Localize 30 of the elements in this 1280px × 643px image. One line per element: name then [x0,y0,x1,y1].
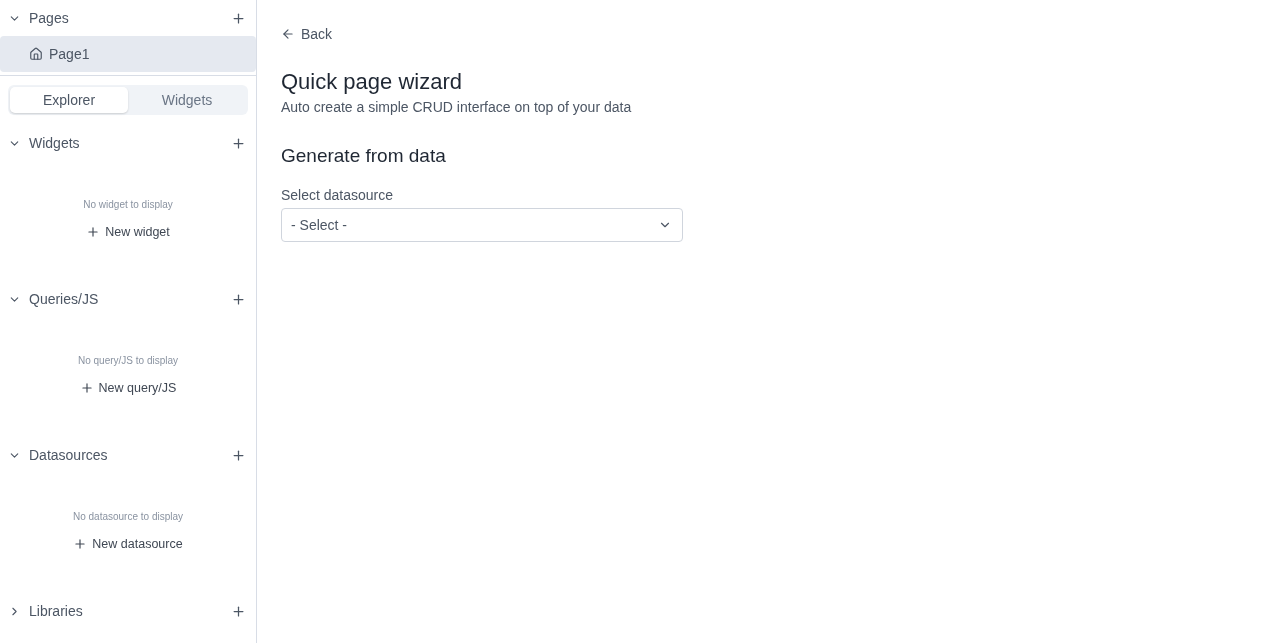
tab[interactable]: Explorer [10,87,128,113]
plus-icon [73,537,88,551]
section-heading: Generate from data [281,145,447,167]
section-title: Queries/JS [29,291,100,307]
empty-message: No widget to display [83,199,173,210]
empty-message: No query/JS to display [77,355,179,366]
plus-icon [79,381,94,395]
page-item[interactable]: Page1 [0,36,256,72]
datasource-select[interactable]: - Select - [281,208,683,242]
empty-message: No datasource to display [72,511,184,522]
add-icon[interactable] [231,10,246,26]
add-icon[interactable] [231,291,246,307]
back-link[interactable]: Back [281,26,333,42]
add-button[interactable]: New widget [80,221,176,243]
home-icon [29,47,43,61]
field-label: Select datasource [281,187,395,203]
section-title: Widgets [29,135,81,151]
page-subtitle: Auto create a simple CRUD interface on top of your data [281,99,633,115]
add-icon[interactable] [231,447,246,463]
page-title: Quick page wizard [281,69,463,95]
add-icon[interactable] [231,603,246,619]
page-label: Page1 [49,46,90,62]
plus-icon [86,225,101,239]
add-button[interactable]: New datasource [67,533,189,555]
add-icon[interactable] [231,135,246,151]
section-title: Pages [29,10,70,26]
tab[interactable]: Widgets [128,87,246,113]
section-title: Libraries [29,603,84,619]
section-title: Datasources [29,447,109,463]
add-button[interactable]: New query/JS [73,377,183,399]
